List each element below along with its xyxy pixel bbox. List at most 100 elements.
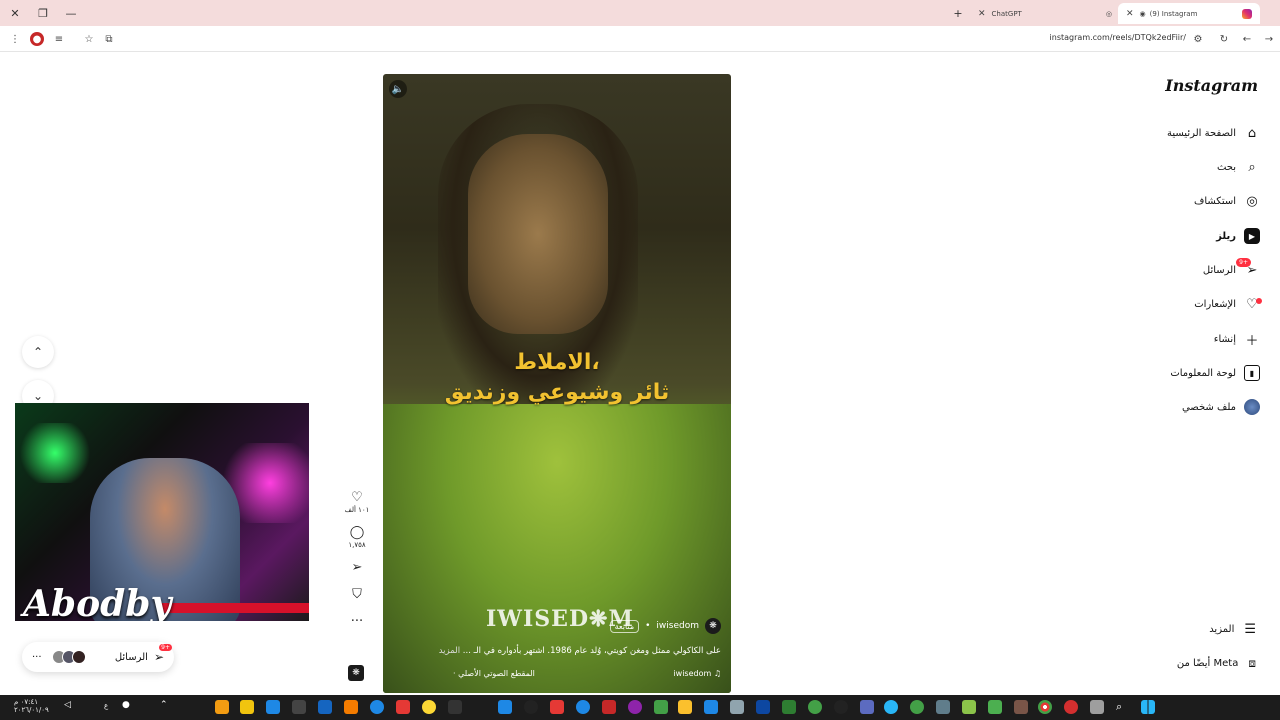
tray-expand-icon[interactable]: ⌃ <box>160 700 174 714</box>
app-icon[interactable] <box>962 700 976 714</box>
app-icon[interactable] <box>292 700 306 714</box>
sidebar-item-messages[interactable]: الرسائل ➢ 9+ <box>1203 258 1260 281</box>
folder-icon[interactable] <box>678 700 692 714</box>
sidebar-item-home[interactable]: الصفحة الرئيسية ⌂ <box>1167 122 1260 144</box>
app-icon[interactable] <box>704 700 718 714</box>
close-tab-icon[interactable]: ✕ <box>978 9 986 19</box>
app-icon[interactable] <box>448 700 462 714</box>
search-icon[interactable]: ⌕ <box>1116 700 1130 714</box>
previous-reel-button[interactable]: ⌃ <box>22 336 54 368</box>
app-icon[interactable] <box>215 700 229 714</box>
caption-text: على الكاكولي ممثل ومغن كويتي، وُلد عام 1… <box>462 646 721 656</box>
volume-icon[interactable]: 🔈 <box>389 80 407 98</box>
separator-dot: • <box>645 621 651 631</box>
follow-button[interactable]: متابعة <box>609 619 640 633</box>
audio-title: · المقطع الصوتي الأصلي <box>453 669 535 678</box>
app-icon[interactable] <box>240 700 254 714</box>
app-icon[interactable] <box>524 700 538 714</box>
more-dots-icon: ··· <box>350 614 364 629</box>
app-icon[interactable] <box>988 700 1002 714</box>
send-icon: ➢ 9+ <box>1236 258 1260 278</box>
like-button[interactable]: ♡ ١٠١ ألف <box>345 490 370 514</box>
sidebar-item-explore[interactable]: استكشاف ◎ <box>1194 190 1260 212</box>
extensions-icon[interactable]: ≡ <box>52 32 66 46</box>
more-options-button[interactable]: ··· <box>351 614 363 630</box>
app-icon[interactable] <box>834 700 848 714</box>
restore-window-icon[interactable]: ❐ <box>35 5 51 21</box>
heart-icon: ♡ <box>1244 296 1262 312</box>
original-audio-thumbnail[interactable]: ❋ <box>348 665 364 681</box>
save-button[interactable]: ⛉ <box>352 587 362 603</box>
forward-icon[interactable]: ← <box>1240 32 1254 46</box>
close-tab-icon[interactable]: ✕ <box>1126 9 1134 19</box>
app-icon[interactable] <box>344 700 358 714</box>
audio-user-row: iwisedom ♫ <box>673 669 721 678</box>
chrome-icon[interactable] <box>1038 700 1052 714</box>
telegram-icon[interactable] <box>884 700 898 714</box>
app-icon[interactable] <box>602 700 616 714</box>
clock-time: ٠٧:٤١ م <box>14 698 38 706</box>
messages-pill[interactable]: ··· الرسائل ➢ 9+ <box>22 642 174 672</box>
app-icon[interactable] <box>730 700 744 714</box>
reels-icon: ▶ <box>1244 228 1260 244</box>
author-avatar[interactable]: ❋ <box>705 618 721 634</box>
site-settings-icon[interactable]: ⚙ <box>1191 32 1205 46</box>
reel-author: متابعة • iwisedom ❋ <box>609 618 721 634</box>
comment-button[interactable]: ◯ ١,٧٥٨ <box>348 525 365 549</box>
app-icon[interactable] <box>422 700 436 714</box>
opera-icon[interactable] <box>1064 700 1078 714</box>
app-icon[interactable] <box>628 700 642 714</box>
app-icon[interactable] <box>1090 700 1104 714</box>
app-icon[interactable] <box>318 700 332 714</box>
tab-chatgpt[interactable]: ✕ ChatGPT ◎ <box>970 3 1120 24</box>
whatsapp-icon[interactable] <box>910 700 924 714</box>
new-tab-icon[interactable]: + <box>950 5 966 21</box>
sidebar-item-profile[interactable]: ملف شخصي <box>1182 396 1260 418</box>
back-icon[interactable]: → <box>1262 32 1276 46</box>
caption-more-link[interactable]: المزيد <box>439 646 460 656</box>
sidebar-item-search[interactable]: بحث ⌕ <box>1217 156 1260 178</box>
app-icon[interactable] <box>654 700 668 714</box>
app-icon[interactable] <box>396 700 410 714</box>
discord-icon[interactable] <box>860 700 874 714</box>
reel-caption[interactable]: على الكاكولي ممثل ومغن كويتي، وُلد عام 1… <box>439 646 721 656</box>
messages-badge: 9+ <box>1236 258 1251 267</box>
instagram-logo[interactable]: Instagram <box>1165 76 1258 95</box>
app-icon[interactable] <box>936 700 950 714</box>
taskbar-clock[interactable]: ٠٧:٤١ م ٢٠٢٦/٠١/٠٩ <box>14 698 49 714</box>
app-icon[interactable] <box>782 700 796 714</box>
bookmark-star-icon[interactable]: ☆ <box>82 32 96 46</box>
sidebar-item-reels[interactable]: ريلز ▶ <box>1216 225 1260 247</box>
sidebar-item-dashboard[interactable]: لوحة المعلومات ▮ <box>1170 362 1260 384</box>
menu-dots-icon[interactable]: ⋮ <box>8 32 22 46</box>
reel-video[interactable]: 🔈 الاملاط، ثائر وشيوعي وزنديق IWISED❋M م… <box>383 74 731 693</box>
keyboard-language[interactable]: ع <box>104 702 108 710</box>
search-icon: ⌕ <box>1248 159 1256 175</box>
app-icon[interactable] <box>576 700 590 714</box>
avatar <box>71 650 86 664</box>
microphone-icon[interactable]: ● <box>122 700 136 714</box>
tab-instagram[interactable]: ✕ ◉ (9) Instagram <box>1118 3 1260 24</box>
speaker-icon[interactable]: ◁ <box>64 700 78 714</box>
share-button[interactable]: ➢ <box>352 560 363 576</box>
photoshop-icon[interactable] <box>756 700 770 714</box>
sidebar-item-create[interactable]: إنشاء ＋ <box>1214 328 1260 350</box>
app-icon[interactable] <box>550 700 564 714</box>
page-action-icon[interactable]: ⧉ <box>102 32 116 46</box>
profile-avatar-icon[interactable]: ● <box>30 32 44 46</box>
minimize-window-icon[interactable]: — <box>63 5 79 21</box>
sidebar-more-button[interactable]: المزيد ☰ <box>1209 622 1256 637</box>
app-icon[interactable] <box>498 700 512 714</box>
windows-start-icon[interactable] <box>1141 700 1155 714</box>
steam-icon[interactable] <box>266 700 280 714</box>
app-icon[interactable] <box>370 700 384 714</box>
url-field[interactable]: instagram.com/reels/DTQk2edFiir/ <box>1050 33 1186 42</box>
sidebar-item-notifications[interactable]: الإشعارات ♡ <box>1194 293 1262 315</box>
app-icon[interactable] <box>1014 700 1028 714</box>
reel-audio-row[interactable]: · المقطع الصوتي الأصلي iwisedom ♫ <box>453 669 721 678</box>
close-window-icon[interactable]: ✕ <box>7 5 23 21</box>
reload-icon[interactable]: ↻ <box>1217 32 1231 46</box>
author-username[interactable]: iwisedom <box>656 621 699 631</box>
app-icon[interactable] <box>808 700 822 714</box>
sidebar-meta-button[interactable]: أيضًا من Meta ⧈ <box>1177 656 1256 671</box>
